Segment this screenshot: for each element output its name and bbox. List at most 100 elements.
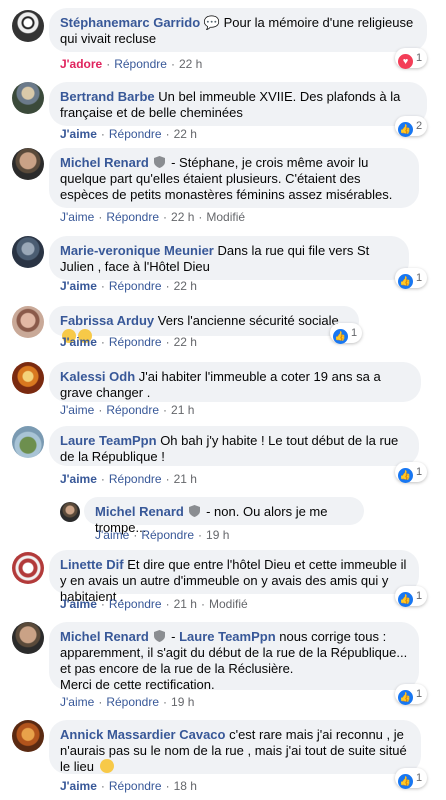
reaction-count[interactable]: 👍 1 [395,586,428,607]
like-reaction-icon: 👍 [398,690,413,705]
reply-button[interactable]: Répondre [109,472,162,486]
like-button[interactable]: J'aime [60,695,94,709]
reaction-count[interactable]: 👍 2 [395,116,428,137]
timestamp[interactable]: 22 h [174,335,197,349]
comment-bubble: Kalessi Odh J'ai habiter l'immeuble a co… [49,362,421,402]
modified-label[interactable]: Modifié [206,210,245,224]
shield-icon [189,505,201,517]
like-button[interactable]: J'aime [60,403,94,417]
reply-button[interactable]: Répondre [141,528,194,542]
reply-button[interactable]: Répondre [109,279,162,293]
comment-actions: J'aime · Répondre · 22 h [60,279,197,293]
author-name[interactable]: Bertrand Barbe [60,89,155,104]
like-reaction-icon: 👍 [333,329,348,344]
avatar[interactable] [12,362,44,394]
like-button[interactable]: J'aime [60,597,97,611]
like-reaction-icon: 👍 [398,122,413,137]
like-button[interactable]: J'aime [60,210,94,224]
reply-button[interactable]: Répondre [106,403,159,417]
like-button[interactable]: J'aime [95,528,129,542]
avatar[interactable] [12,236,44,268]
timestamp[interactable]: 22 h [171,210,194,224]
comment-text: Vers l'ancienne sécurité sociale [157,313,339,328]
timestamp[interactable]: 21 h [174,472,197,486]
like-reaction-icon: 👍 [398,774,413,789]
reaction-count[interactable]: 👍 1 [330,323,363,344]
avatar[interactable] [12,82,44,114]
reaction-count[interactable]: 👍 1 [395,268,428,289]
comment-actions: J'aime · Répondre · 18 h [60,779,197,793]
comment-bubble: Linette Dif Et dire que entre l'hôtel Di… [49,550,419,604]
shield-icon [154,630,166,642]
comment-actions: J'aime · Répondre · 21 h · Modifié [60,597,248,611]
avatar[interactable] [12,306,44,338]
comment-actions: J'aime · Répondre · 21 h [60,472,197,486]
comment-actions: J'aime · Répondre · 21 h [60,403,195,417]
like-reaction-icon: 👍 [398,274,413,289]
avatar[interactable] [12,426,44,458]
mention[interactable]: Laure TeamPpn [179,629,276,644]
reply-button[interactable]: Répondre [106,210,159,224]
like-button[interactable]: J'aime [60,127,97,141]
avatar[interactable] [12,148,44,180]
author-name[interactable]: Kalessi Odh [60,369,135,384]
like-button[interactable]: J'aime [60,779,97,793]
love-reaction-icon: ♥ [398,54,413,69]
author-name[interactable]: Michel Renard [60,629,149,644]
comment-text-line2: Merci de cette rectification. [60,677,215,692]
avatar[interactable] [60,502,80,522]
timestamp[interactable]: 21 h [174,597,197,611]
comment-actions: J'aime · Répondre · 22 h [60,335,197,349]
comment-bubble: Bertrand Barbe Un bel immeuble XVIIE. De… [49,82,427,126]
author-name[interactable]: Marie-veronique Meunier [60,243,214,258]
reply-button[interactable]: Répondre [109,335,162,349]
timestamp[interactable]: 22 h [179,57,202,71]
author-name[interactable]: Annick Massardier Cavaco [60,727,225,742]
smiling-face-emoji-icon [99,759,114,773]
like-reaction-icon: 👍 [398,468,413,483]
like-button[interactable]: J'aime [60,472,97,486]
reply-button[interactable]: Répondre [109,779,162,793]
author-name[interactable]: Stéphanemarc Garrido [60,15,200,30]
modified-label[interactable]: Modifié [209,597,248,611]
avatar[interactable] [12,720,44,752]
timestamp[interactable]: 19 h [206,528,229,542]
comment-bubble: Stéphanemarc Garrido 💬 Pour la mémoire d… [49,8,427,52]
comment-bubble: Annick Massardier Cavaco c'est rare mais… [49,720,421,774]
like-button[interactable]: J'aime [60,279,97,293]
timestamp[interactable]: 19 h [171,695,194,709]
comment-bubble: Laure TeamPpn Oh bah j'y habite ! Le tou… [49,426,419,466]
timestamp[interactable]: 21 h [171,403,194,417]
author-name[interactable]: Fabrissa Arduy [60,313,154,328]
comment-bubble: Michel Renard - Laure TeamPpn nous corri… [49,622,419,692]
timestamp[interactable]: 18 h [174,779,197,793]
like-reaction-icon: 👍 [398,592,413,607]
comment-bubble: Marie-veronique Meunier Dans la rue qui … [49,236,409,280]
reaction-count[interactable]: 👍 1 [395,768,428,789]
comment-bubble: Fabrissa Arduy Vers l'ancienne sécurité … [49,306,359,343]
avatar[interactable] [12,10,44,42]
comment-bubble: Michel Renard - non. Ou alors je me trom… [84,497,364,535]
timestamp[interactable]: 22 h [174,279,197,293]
avatar[interactable] [12,552,44,584]
shield-icon [154,156,166,168]
author-name[interactable]: Michel Renard [60,155,149,170]
reply-button[interactable]: Répondre [106,695,159,709]
reaction-count[interactable]: 👍 1 [395,684,428,705]
author-name[interactable]: Michel Renard [95,504,184,519]
reaction-count[interactable]: 👍 1 [395,462,428,483]
timestamp[interactable]: 22 h [174,127,197,141]
comment-bubble: Michel Renard - Stéphane, je crois même … [49,148,419,208]
reply-button[interactable]: Répondre [109,127,162,141]
comment-actions: J'adore · Répondre · 22 h [60,57,203,71]
reaction-count[interactable]: ♥ 1 [395,48,428,69]
like-button[interactable]: J'aime [60,335,97,349]
comment-actions: J'aime · Répondre · 22 h [60,127,197,141]
reply-button[interactable]: Répondre [114,57,167,71]
author-name[interactable]: Laure TeamPpn [60,433,157,448]
love-button[interactable]: J'adore [60,57,102,71]
author-name[interactable]: Linette Dif [60,557,124,572]
dash: - [171,629,176,644]
reply-button[interactable]: Répondre [109,597,162,611]
avatar[interactable] [12,622,44,654]
